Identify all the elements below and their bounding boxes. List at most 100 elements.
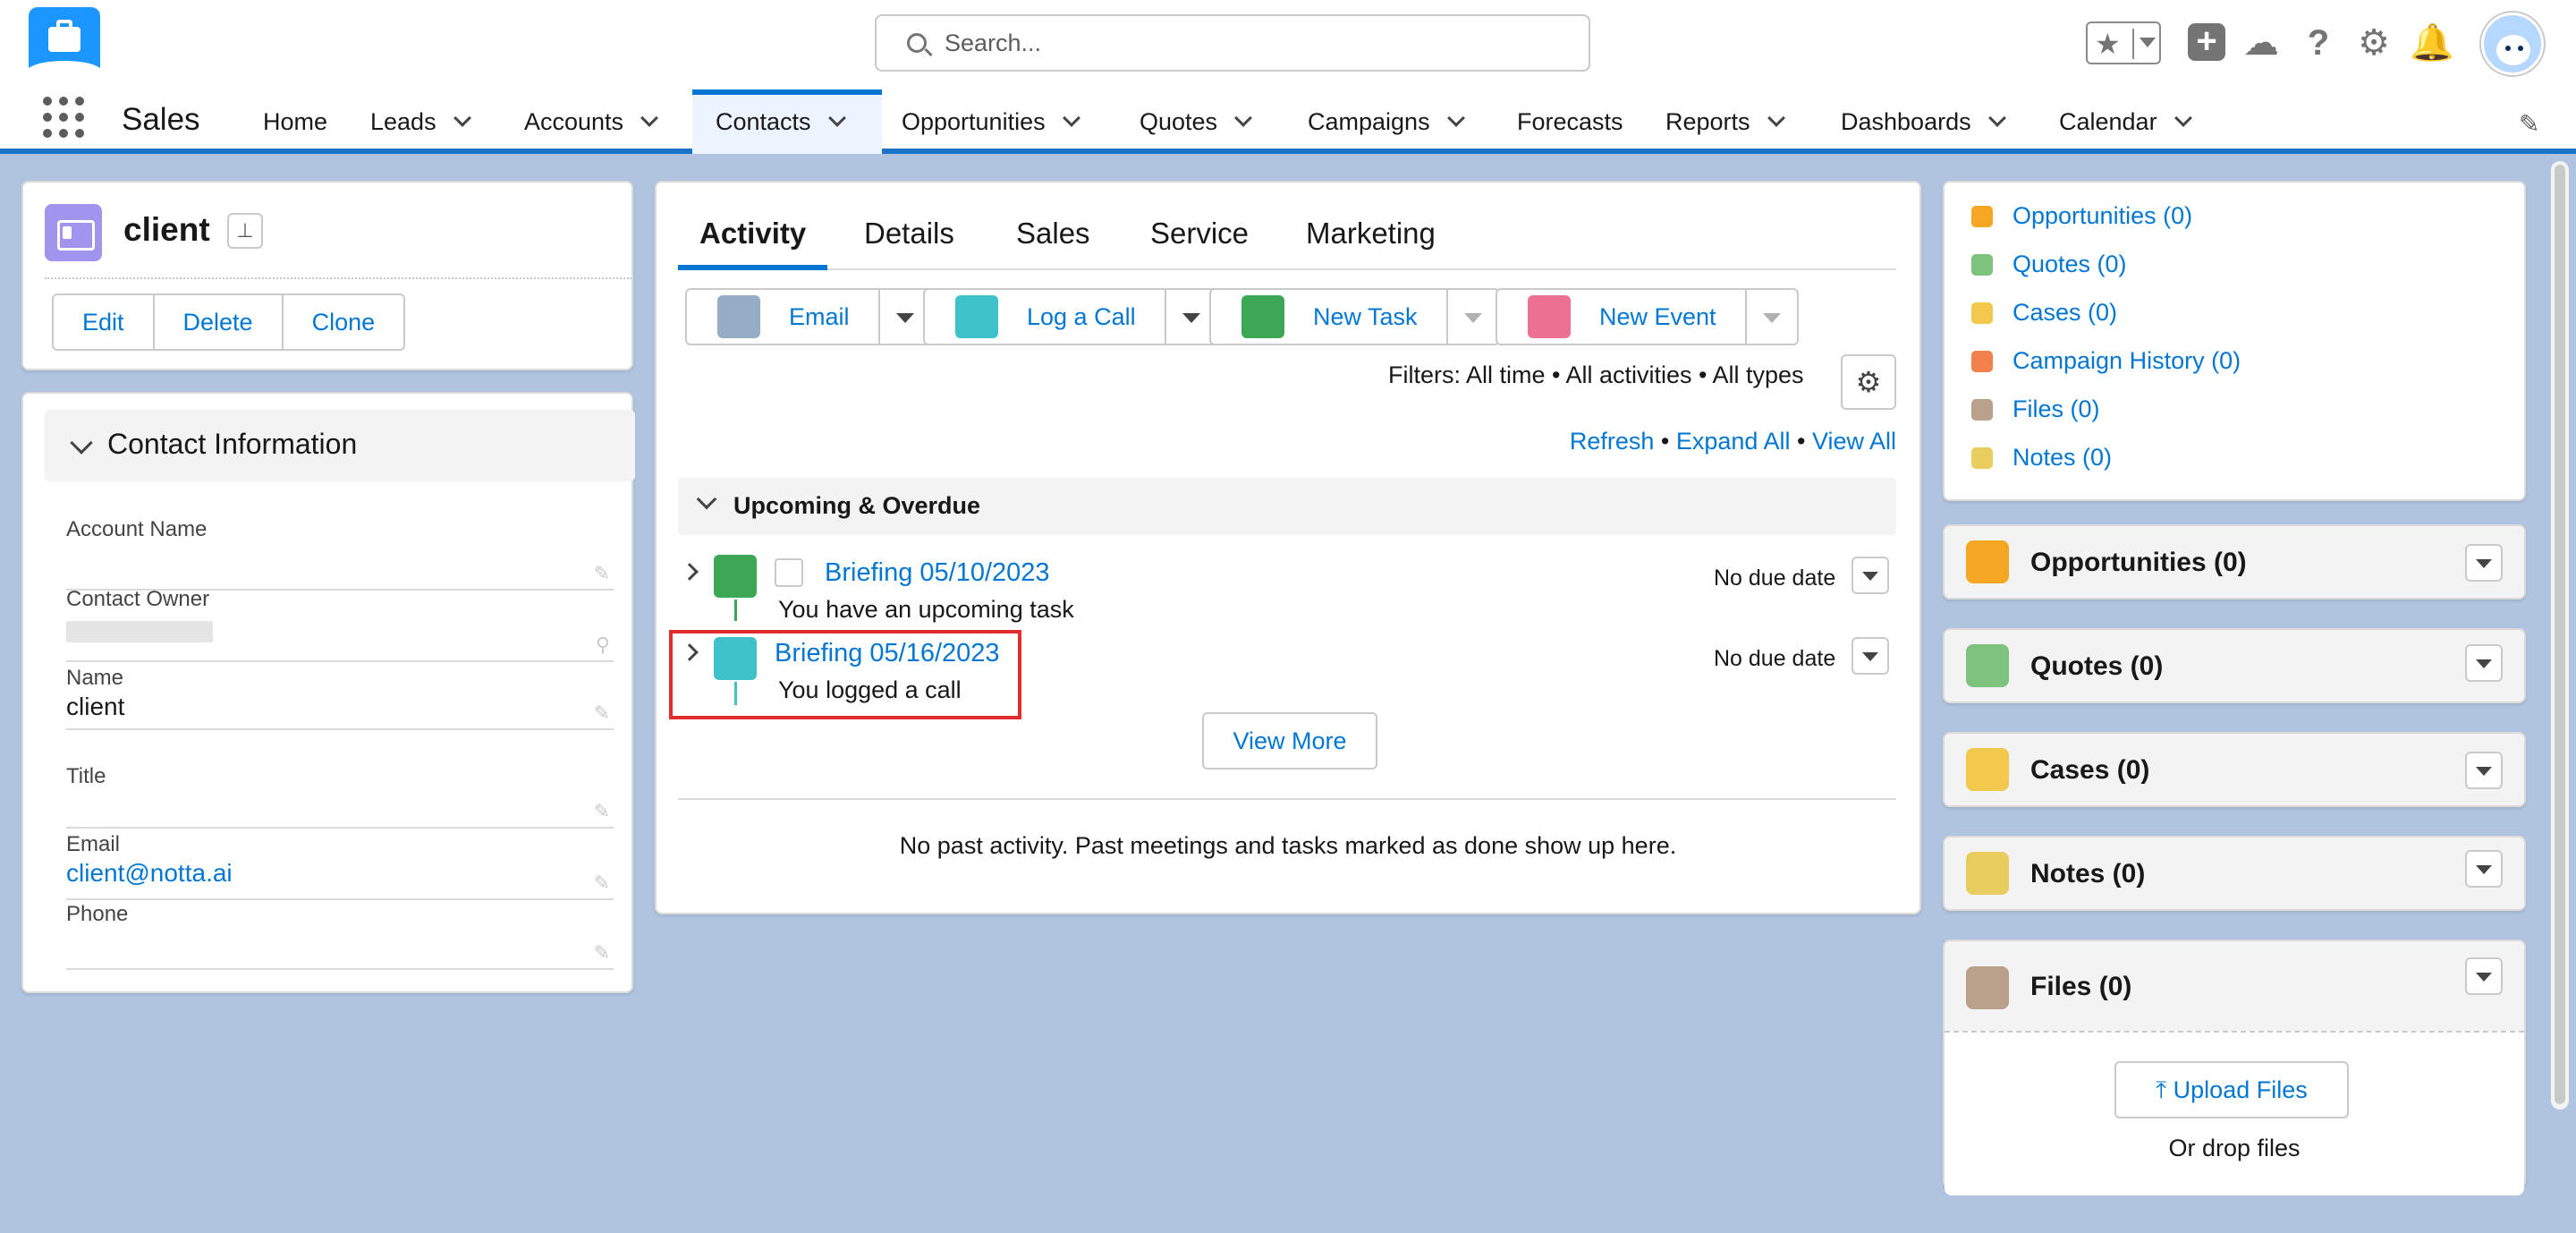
email-link[interactable]: client@notta.ai [66,859,614,888]
related-card-title[interactable]: Opportunities (0) [2030,548,2247,578]
new-event-dropdown[interactable] [1747,290,1797,344]
view-all-link[interactable]: View All [1812,428,1896,455]
upcoming-overdue-header[interactable]: Upcoming & Overdue [678,478,1896,535]
new-task-dropdown[interactable] [1448,290,1498,344]
edit-button[interactable]: Edit [54,295,155,349]
task-checkbox[interactable] [775,558,803,587]
quick-link-campaign-history[interactable]: Campaign History (0) [1971,347,2241,375]
global-actions-icon[interactable]: + [2188,23,2225,61]
nav-item-dashboards[interactable]: Dashboards [1841,89,2006,154]
quick-link-cases[interactable]: Cases (0) [1971,299,2117,327]
chevron-down-icon[interactable] [827,109,846,127]
chevron-down-icon [70,431,93,455]
file-drop-zone[interactable]: ⤒ Upload Files Or drop files [1945,1031,2524,1195]
new-event-button[interactable]: New Event [1497,290,1747,344]
nav-item-reports[interactable]: Reports [1665,89,1785,154]
related-card-menu[interactable] [2465,752,2503,789]
pencil-icon[interactable]: ✎ [594,562,610,585]
nav-item-home[interactable]: Home [263,89,327,154]
quick-link-opportunities[interactable]: Opportunities (0) [1971,202,2192,230]
nav-item-forecasts[interactable]: Forecasts [1517,89,1623,154]
activity-settings-button[interactable]: ⚙ [1841,354,1896,410]
chevron-down-icon [696,489,717,510]
chevron-down-icon[interactable] [1446,109,1465,127]
nav-item-leads[interactable]: Leads [370,89,471,154]
related-card-menu[interactable] [2465,644,2503,682]
pencil-icon[interactable]: ✎ [594,800,610,823]
related-card-title[interactable]: Files (0) [2030,972,2131,1002]
pencil-icon[interactable]: ✎ [594,872,610,895]
new-task-button[interactable]: New Task [1211,290,1448,344]
chevron-down-icon[interactable] [2174,109,2192,127]
nav-item-campaigns[interactable]: Campaigns [1308,89,1465,154]
tab-marketing[interactable]: Marketing [1306,217,1436,270]
related-card-menu[interactable] [2465,544,2503,582]
avatar[interactable] [2481,13,2544,75]
chevron-down-icon[interactable] [1062,109,1080,127]
quick-link-notes[interactable]: Notes (0) [1971,444,2112,472]
tab-details[interactable]: Details [864,217,954,270]
quick-link-quotes[interactable]: Quotes (0) [1971,251,2127,278]
star-icon: ★ [2095,28,2121,60]
activity-item-title[interactable]: Briefing 05/10/2023 [825,558,1050,588]
chevron-down-icon[interactable] [453,109,471,127]
page-scrollbar[interactable] [2551,161,2569,1110]
gear-icon[interactable]: ⚙ [2352,21,2395,64]
log-call-button[interactable]: Log a Call [925,290,1166,344]
nav-item-opportunities[interactable]: Opportunities [902,89,1080,154]
trailhead-icon[interactable]: ☁ [2240,21,2283,64]
chevron-down-icon[interactable] [1987,109,2006,127]
hierarchy-icon[interactable]: ⊥ [227,213,263,249]
favorites-button[interactable]: ★ [2086,21,2161,64]
global-search[interactable] [875,14,1590,72]
related-card-menu[interactable] [2465,850,2503,888]
contact-owner-value[interactable] [66,621,213,642]
activity-item-menu[interactable] [1852,637,1889,675]
chevron-down-icon[interactable] [2140,38,2156,47]
expand-all-link[interactable]: Expand All [1676,428,1791,455]
task-icon [714,555,757,598]
refresh-link[interactable]: Refresh [1570,428,1655,455]
pencil-icon[interactable]: ✎ [594,941,610,965]
related-card-title[interactable]: Notes (0) [2030,859,2145,889]
clone-button[interactable]: Clone [283,295,404,349]
file-icon [1971,398,1993,421]
quick-link-files[interactable]: Files (0) [1971,395,2100,423]
related-card-opportunities: Opportunities (0) [1943,524,2526,599]
related-card-cases: Cases (0) [1943,732,2526,807]
tab-activity[interactable]: Activity [678,217,828,270]
nav-item-contacts[interactable]: Contacts [692,89,882,154]
app-launcher-icon[interactable] [43,97,84,138]
related-card-title[interactable]: Quotes (0) [2030,651,2163,682]
change-owner-icon[interactable]: ⚲ [596,634,610,657]
related-card-menu[interactable] [2465,957,2503,995]
tab-service[interactable]: Service [1150,217,1249,270]
app-logo[interactable] [27,7,102,82]
edit-nav-icon[interactable]: ✎ [2519,109,2544,138]
note-icon [1966,852,2009,895]
chevron-down-icon[interactable] [1234,109,1252,127]
upload-files-button[interactable]: ⤒ Upload Files [2114,1061,2349,1118]
delete-button[interactable]: Delete [154,295,284,349]
help-icon[interactable]: ? [2297,21,2340,64]
activity-item-subtitle: You have an upcoming task [778,596,1074,623]
scrollbar-thumb[interactable] [2555,165,2565,1104]
record-title: client [123,211,210,248]
chevron-down-icon[interactable] [1767,109,1785,127]
search-input[interactable] [945,29,1553,57]
expand-item-chevron[interactable] [681,563,699,581]
bell-icon[interactable]: 🔔 [2410,21,2454,64]
activity-item-menu[interactable] [1852,557,1889,594]
email-button[interactable]: Email [687,290,880,344]
tab-sales[interactable]: Sales [1016,217,1090,270]
nav-item-accounts[interactable]: Accounts [524,89,658,154]
activity-filters-text: Filters: All time • All activities • All… [1388,361,1804,388]
contact-information-header[interactable]: Contact Information [45,410,635,481]
related-card-title[interactable]: Cases (0) [2030,755,2149,786]
nav-item-calendar[interactable]: Calendar [2059,89,2192,154]
chevron-down-icon[interactable] [640,109,658,127]
pencil-icon[interactable]: ✎ [594,702,610,725]
nav-item-quotes[interactable]: Quotes [1140,89,1252,154]
activity-card: Activity Details Sales Service Marketing… [655,181,1921,914]
view-more-button[interactable]: View More [1202,712,1377,770]
